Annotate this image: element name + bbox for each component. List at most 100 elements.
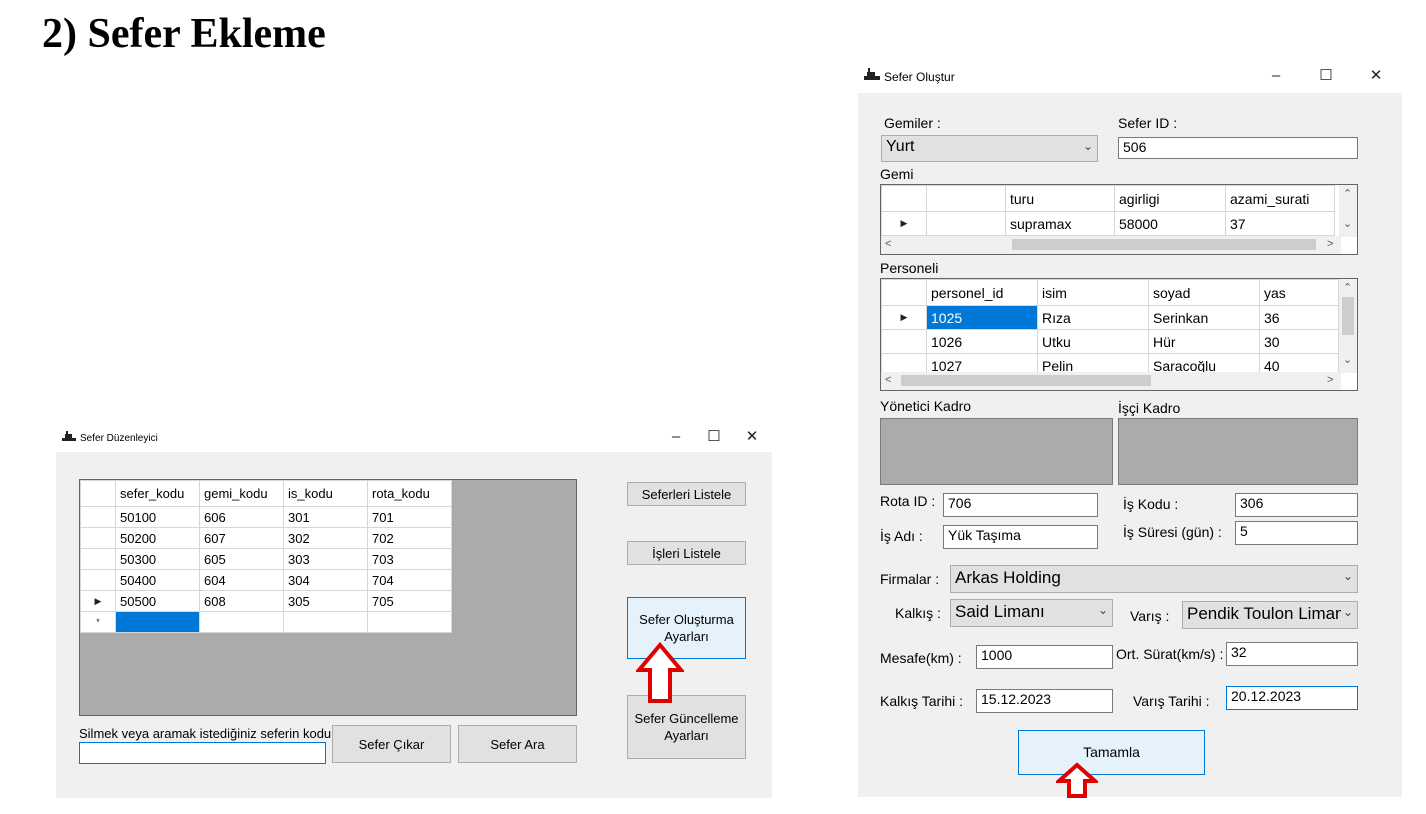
table-cell[interactable]: 608 xyxy=(199,590,284,612)
table-cell[interactable]: 1026 xyxy=(926,329,1038,354)
scroll-left-icon[interactable]: < xyxy=(885,238,891,250)
title-bar[interactable]: Sefer Düzenleyici xyxy=(56,424,772,452)
table-cell[interactable]: 305 xyxy=(283,590,368,612)
column-header[interactable]: turu xyxy=(1005,185,1115,212)
table-cell[interactable]: 37 xyxy=(1225,211,1335,236)
manager-staff-list[interactable] xyxy=(880,418,1113,485)
table-cell[interactable]: 50400 xyxy=(115,569,200,591)
column-header[interactable]: rota_kodu xyxy=(367,480,452,507)
column-header[interactable]: gemi_kodu xyxy=(199,480,284,507)
staff-table[interactable]: personel_id isim soyad yas ▶ 1025 Rıza S… xyxy=(881,279,1339,378)
column-header[interactable]: isim xyxy=(1037,279,1149,306)
close-button[interactable]: ✕ xyxy=(1366,66,1386,84)
row-header[interactable] xyxy=(80,548,116,570)
row-header[interactable] xyxy=(80,569,116,591)
new-row[interactable]: * xyxy=(80,611,452,633)
table-cell[interactable]: 58000 xyxy=(1114,211,1226,236)
table-cell[interactable]: 604 xyxy=(199,569,284,591)
table-cell[interactable]: 302 xyxy=(283,527,368,549)
avg-speed-field[interactable]: 32 xyxy=(1226,642,1358,666)
table-cell[interactable]: 36 xyxy=(1259,305,1339,330)
table-cell[interactable]: Rıza xyxy=(1037,305,1149,330)
table-cell[interactable]: 702 xyxy=(367,527,452,549)
column-header[interactable]: yas xyxy=(1259,279,1339,306)
minimize-button[interactable]: – xyxy=(1266,67,1286,84)
row-header[interactable] xyxy=(80,527,116,549)
table-cell[interactable]: 606 xyxy=(199,506,284,528)
arrival-select[interactable]: Pendik Toulon Limanı ⌄ xyxy=(1182,601,1358,629)
table-cell[interactable]: 303 xyxy=(283,548,368,570)
current-row-marker[interactable]: ▶ xyxy=(881,211,927,236)
table-cell[interactable]: 30 xyxy=(1259,329,1339,354)
table-cell[interactable]: Serinkan xyxy=(1148,305,1260,330)
table-cell[interactable]: 703 xyxy=(367,548,452,570)
column-header[interactable]: sefer_kodu xyxy=(115,480,200,507)
table-row[interactable]: 50400 604 304 704 xyxy=(80,569,452,591)
complete-button[interactable]: Tamamla xyxy=(1018,730,1205,775)
vertical-scrollbar[interactable]: ⌃ ⌄ xyxy=(1339,185,1357,237)
scroll-up-icon[interactable]: ⌃ xyxy=(1343,187,1352,200)
table-cell[interactable]: 705 xyxy=(367,590,452,612)
table-row[interactable]: 50200 607 302 702 xyxy=(80,527,452,549)
job-name-field[interactable]: Yük Taşıma xyxy=(943,525,1098,549)
ships-select[interactable]: Yurt ⌄ xyxy=(881,135,1098,162)
distance-field[interactable]: 1000 xyxy=(976,645,1113,669)
current-row-marker[interactable]: ▶ xyxy=(881,305,927,330)
job-code-field[interactable]: 306 xyxy=(1235,493,1358,517)
ship-grid[interactable]: turu agirligi azami_surati ▶ supramax 58… xyxy=(880,184,1358,255)
search-input[interactable] xyxy=(79,742,326,764)
table-cell[interactable]: Hür xyxy=(1148,329,1260,354)
table-cell[interactable] xyxy=(926,211,1006,236)
scroll-left-icon[interactable]: < xyxy=(885,374,891,386)
worker-staff-list[interactable] xyxy=(1118,418,1358,485)
table-row[interactable]: 50300 605 303 703 xyxy=(80,548,452,570)
departure-select[interactable]: Said Limanı ⌄ xyxy=(950,599,1113,627)
column-header[interactable]: agirligi xyxy=(1114,185,1226,212)
table-cell[interactable]: 1025 xyxy=(926,305,1038,330)
vertical-scrollbar[interactable]: ⌃ ⌄ xyxy=(1339,279,1357,373)
search-voyage-button[interactable]: Sefer Ara xyxy=(458,725,577,763)
table-row[interactable]: 1026 Utku Hür 30 xyxy=(881,329,1339,354)
scroll-up-icon[interactable]: ⌃ xyxy=(1343,281,1352,294)
close-button[interactable]: ✕ xyxy=(742,427,762,445)
maximize-button[interactable]: ☐ xyxy=(704,427,724,445)
selected-cell[interactable] xyxy=(115,611,200,633)
horizontal-scrollbar[interactable]: < > xyxy=(881,236,1341,254)
update-settings-button[interactable]: Sefer Güncelleme Ayarları xyxy=(627,695,746,759)
new-row-marker[interactable]: * xyxy=(80,611,116,633)
table-cell[interactable]: 607 xyxy=(199,527,284,549)
scrollbar-thumb[interactable] xyxy=(1342,297,1354,335)
row-header[interactable] xyxy=(881,329,927,354)
scroll-right-icon[interactable]: > xyxy=(1327,238,1333,250)
row-header[interactable] xyxy=(80,506,116,528)
table-cell[interactable]: 50100 xyxy=(115,506,200,528)
route-id-field[interactable]: 706 xyxy=(943,493,1098,517)
job-duration-field[interactable]: 5 xyxy=(1235,521,1358,545)
table-row[interactable]: ▶ 50500 608 305 705 xyxy=(80,590,452,612)
column-header[interactable]: soyad xyxy=(1148,279,1260,306)
ship-table[interactable]: turu agirligi azami_surati ▶ supramax 58… xyxy=(881,185,1335,236)
table-cell[interactable]: 704 xyxy=(367,569,452,591)
table-cell[interactable]: 50500 xyxy=(115,590,200,612)
scroll-down-icon[interactable]: ⌄ xyxy=(1343,217,1352,230)
companies-select[interactable]: Arkas Holding ⌄ xyxy=(950,565,1358,593)
list-voyages-button[interactable]: Seferleri Listele xyxy=(627,482,746,506)
column-header[interactable]: personel_id xyxy=(926,279,1038,306)
table-cell[interactable] xyxy=(283,611,368,633)
table-row[interactable]: ▶ 1025 Rıza Serinkan 36 xyxy=(881,305,1339,330)
current-row-marker[interactable]: ▶ xyxy=(80,590,116,612)
staff-grid[interactable]: personel_id isim soyad yas ▶ 1025 Rıza S… xyxy=(880,278,1358,391)
table-cell[interactable]: 301 xyxy=(283,506,368,528)
arrival-date-field[interactable]: 20.12.2023 xyxy=(1226,686,1358,710)
voyage-id-field[interactable]: 506 xyxy=(1118,137,1358,159)
horizontal-scrollbar[interactable]: < > xyxy=(881,372,1341,390)
column-header[interactable] xyxy=(926,185,1006,212)
table-cell[interactable]: 605 xyxy=(199,548,284,570)
table-cell[interactable] xyxy=(367,611,452,633)
column-header[interactable]: is_kodu xyxy=(283,480,368,507)
table-cell[interactable]: 304 xyxy=(283,569,368,591)
column-header[interactable]: azami_surati xyxy=(1225,185,1335,212)
sefer-grid[interactable]: sefer_kodu gemi_kodu is_kodu rota_kodu 5… xyxy=(79,479,577,716)
sefer-table[interactable]: sefer_kodu gemi_kodu is_kodu rota_kodu 5… xyxy=(80,480,452,633)
table-cell[interactable]: supramax xyxy=(1005,211,1115,236)
